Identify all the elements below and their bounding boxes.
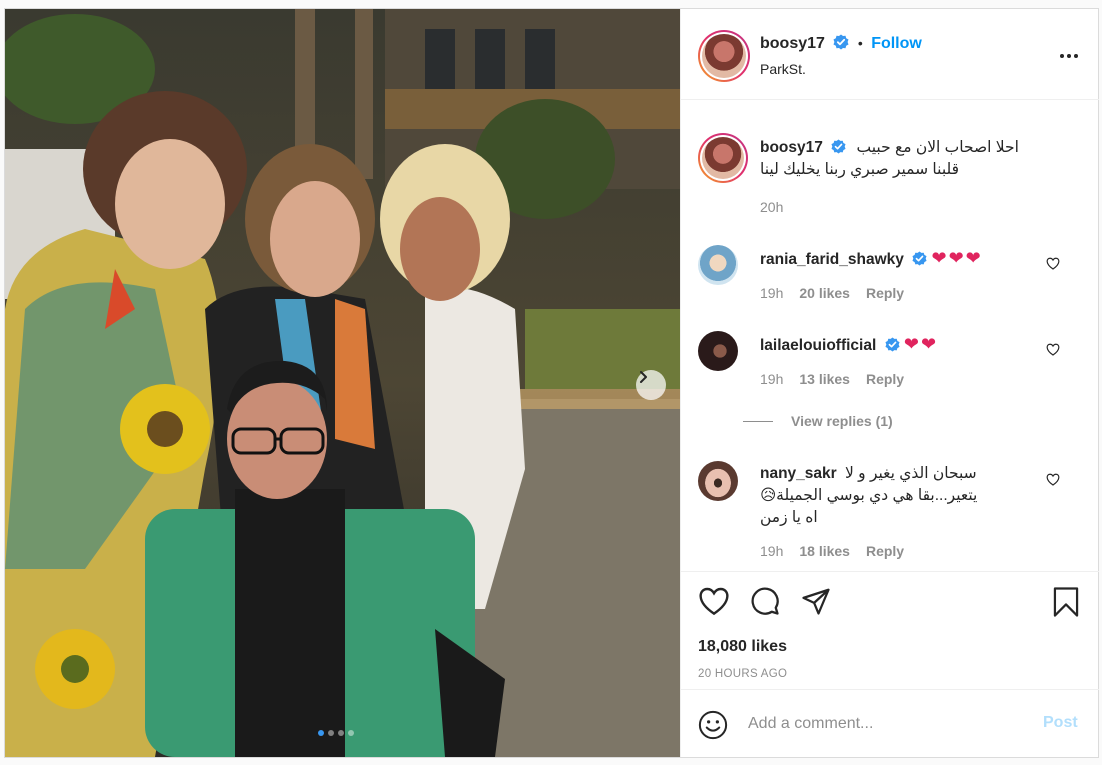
comment-text: ❤❤ — [903, 334, 939, 354]
comment-likes[interactable]: 18 likes — [799, 543, 850, 559]
caption-text-line1: احلا اصحاب الان مع حبيب — [856, 139, 1019, 156]
commenter-avatar[interactable] — [698, 331, 738, 371]
comment-meta: 19h 20 likes Reply — [760, 285, 904, 301]
replies-line — [743, 420, 773, 422]
comment-time[interactable]: 19h — [760, 285, 783, 301]
heart-icon[interactable] — [698, 586, 730, 616]
commenter-avatar[interactable] — [698, 461, 738, 501]
verified-badge-icon — [885, 337, 900, 352]
commenter-username[interactable]: rania_farid_shawky — [760, 251, 904, 268]
post-container: boosy17 • Follow ParkSt. boosy17 احلا اص… — [4, 8, 1099, 758]
next-slide-button[interactable] — [636, 370, 666, 400]
comment-item: nany_sakr سبحان الذي يغير و لا يتعير...ب… — [698, 459, 1088, 567]
comment-likes[interactable]: 20 likes — [799, 285, 850, 301]
comment-icon[interactable] — [749, 586, 781, 616]
post-photo[interactable] — [5, 9, 680, 757]
carousel-dot — [338, 730, 344, 736]
likes-count[interactable]: 18,080 likes — [698, 638, 787, 656]
chevron-right-icon — [640, 371, 647, 383]
carousel-dot-active — [318, 730, 324, 736]
comment-input[interactable] — [748, 710, 1028, 738]
emoji-icon[interactable] — [698, 710, 728, 740]
view-replies-label[interactable]: View replies (1) — [791, 413, 893, 429]
comments-section: boosy17 احلا اصحاب الان مع حبيب قلبنا سم… — [681, 101, 1099, 569]
verified-badge-icon — [833, 34, 849, 50]
comment-text: ❤❤❤ — [931, 248, 983, 268]
caption-text-line2: قلبنا سمير صبري ربنا يخليك لينا — [760, 161, 960, 178]
carousel-indicator — [318, 730, 354, 736]
comment-text-line3: اه يا زمن — [760, 509, 818, 526]
caption-username[interactable]: boosy17 — [760, 139, 823, 156]
follow-button[interactable]: Follow — [871, 35, 922, 52]
commenter-username[interactable]: lailaelouiofficial — [760, 337, 876, 354]
view-replies-button[interactable]: View replies (1) — [743, 413, 893, 429]
post-location[interactable]: ParkSt. — [760, 61, 806, 77]
reply-button[interactable]: Reply — [866, 371, 904, 387]
paper-plane-icon[interactable] — [800, 586, 832, 616]
comment-like-heart-icon[interactable] — [1046, 257, 1060, 270]
comment-meta: 19h 18 likes Reply — [760, 543, 904, 559]
commenter-username[interactable]: nany_sakr — [760, 465, 837, 482]
comment-text-line2: يتعير...بقا هي دي بوسي الجميلة😥 — [760, 487, 978, 504]
caption: boosy17 احلا اصحاب الان مع حبيب قلبنا سم… — [698, 125, 1088, 225]
carousel-dot — [328, 730, 334, 736]
comment-time[interactable]: 19h — [760, 543, 783, 559]
author-avatar[interactable] — [698, 30, 750, 82]
bookmark-icon[interactable] — [1051, 586, 1081, 618]
commenter-avatar[interactable] — [698, 245, 738, 285]
comment-time[interactable]: 19h — [760, 371, 783, 387]
comment-item: lailaelouiofficial ❤❤ 19h 13 likes Reply — [698, 329, 1088, 439]
caption-avatar[interactable] — [698, 133, 748, 183]
photo-illustration — [5, 9, 680, 757]
comment-item: rania_farid_shawky ❤❤❤ 19h 20 likes Repl… — [698, 243, 1088, 313]
post-actions: 18,080 likes 20 HOURS AGO — [681, 571, 1099, 691]
post-timestamp[interactable]: 20 HOURS AGO — [698, 668, 787, 680]
post-comment-button[interactable]: Post — [1043, 714, 1078, 732]
verified-badge-icon — [831, 139, 846, 154]
carousel-dot — [348, 730, 354, 736]
reply-button[interactable]: Reply — [866, 543, 904, 559]
comment-meta: 19h 13 likes Reply — [760, 371, 904, 387]
reply-button[interactable]: Reply — [866, 285, 904, 301]
comment-like-heart-icon[interactable] — [1046, 343, 1060, 356]
caption-meta: 20h — [760, 199, 783, 215]
post-header: boosy17 • Follow ParkSt. — [681, 9, 1099, 100]
separator-dot: • — [857, 35, 863, 51]
author-username[interactable]: boosy17 — [760, 35, 825, 52]
verified-badge-icon — [912, 251, 927, 266]
comment-like-heart-icon[interactable] — [1046, 473, 1060, 486]
post-sidebar: boosy17 • Follow ParkSt. boosy17 احلا اص… — [680, 9, 1099, 757]
caption-time[interactable]: 20h — [760, 199, 783, 215]
comment-text-line1: سبحان الذي يغير و لا — [845, 465, 977, 482]
more-options-icon[interactable] — [1059, 53, 1079, 59]
comment-composer: Post — [681, 689, 1099, 757]
comment-likes[interactable]: 13 likes — [799, 371, 850, 387]
